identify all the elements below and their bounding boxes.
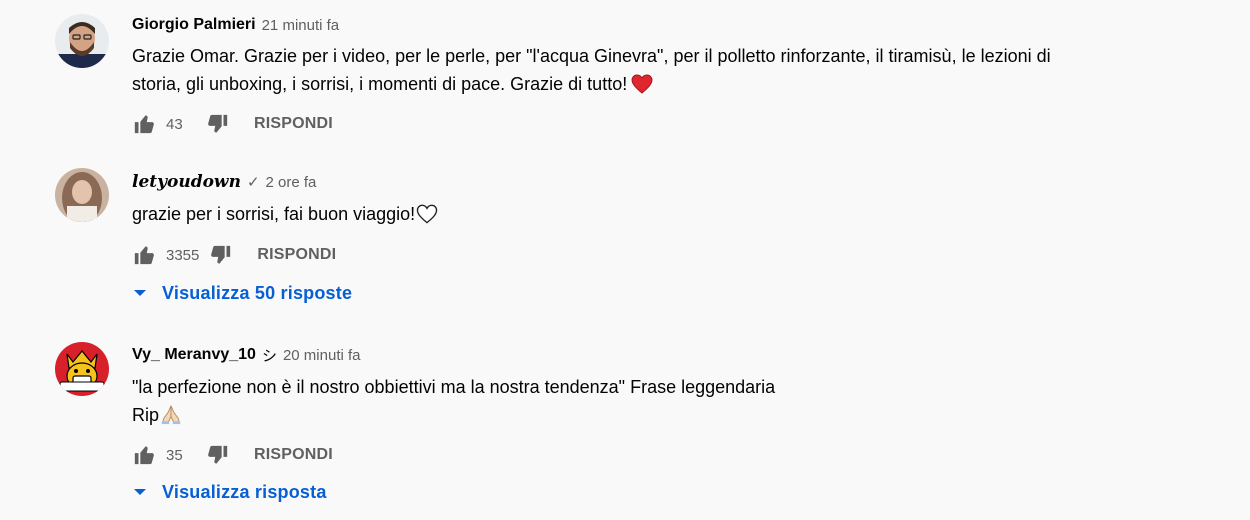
comment-text: Grazie Omar. Grazie per i video, per le … [132, 42, 1152, 102]
like-count: 35 [166, 446, 183, 464]
dislike-button-thumbs-down-icon[interactable] [209, 243, 233, 267]
comment-header: Vy_ Meranvy_10 シ 20 minuti fa [132, 345, 361, 365]
reply-button[interactable]: RISPONDI [257, 246, 336, 264]
comment-text-fragment: grazie per i sorrisi, fai buon viaggio! [132, 204, 416, 224]
like-count: 3355 [166, 246, 200, 264]
dislike-button-thumbs-down-icon[interactable] [206, 443, 230, 467]
comment-text-line: grazie per i sorrisi, fai buon viaggio! [132, 200, 1152, 232]
comment-text: grazie per i sorrisi, fai buon viaggio! [132, 200, 1152, 232]
folded-hands-emoji-icon [160, 403, 182, 433]
caret-down-icon [132, 285, 148, 301]
verified-check-icon: ✓ [246, 174, 260, 191]
view-replies-label: Visualizza 50 risposte [162, 282, 353, 303]
comments-thread: Giorgio Palmieri 21 minuti fa Grazie Oma… [0, 0, 1250, 520]
comment-text-line: Grazie Omar. Grazie per i video, per le … [132, 46, 1051, 66]
comment-author[interactable]: Vy_ Meranvy_10 [132, 346, 256, 364]
like-button-thumbs-up-icon[interactable] [132, 112, 156, 136]
dislike-button-thumbs-down-icon[interactable] [206, 112, 230, 136]
comment-author[interactable]: letyoudown [132, 172, 241, 192]
comment-author[interactable]: Giorgio Palmieri [132, 16, 256, 34]
comment-text-fragment: storia, gli unboxing, i sorrisi, i momen… [132, 74, 628, 94]
comment-header: Giorgio Palmieri 21 minuti fa [132, 15, 339, 35]
like-button-thumbs-up-icon[interactable] [132, 243, 156, 267]
comment-actions: 35 RISPONDI [132, 443, 333, 467]
comment-timestamp[interactable]: 2 ore fa [266, 174, 317, 191]
comment-header: letyoudown ✓ 2 ore fa [132, 172, 316, 192]
avatar[interactable] [55, 342, 109, 396]
avatar[interactable] [55, 14, 109, 68]
like-count: 43 [166, 115, 183, 133]
comment-timestamp[interactable]: 20 minuti fa [283, 347, 361, 364]
view-replies-label: Visualizza risposta [162, 481, 327, 502]
comment-text-line: "la perfezione non è il nostro obbiettiv… [132, 377, 776, 397]
red-heart-emoji-icon [631, 74, 653, 102]
comment-timestamp[interactable]: 21 minuti fa [262, 17, 340, 34]
comment-actions: 3355 RISPONDI [132, 243, 336, 267]
comment-text-fragment: Rip [132, 405, 160, 425]
reply-button[interactable]: RISPONDI [254, 115, 333, 133]
view-replies-button[interactable]: Visualizza risposta [132, 480, 327, 504]
avatar[interactable] [55, 168, 109, 222]
comment-text-line: Rip [132, 401, 1152, 433]
like-button-thumbs-up-icon[interactable] [132, 443, 156, 467]
white-heart-emoji-icon [416, 204, 438, 232]
caret-down-icon [132, 484, 148, 500]
comment-actions: 43 RISPONDI [132, 112, 333, 136]
comment-author-mark: シ [261, 347, 277, 365]
comment-text-line: storia, gli unboxing, i sorrisi, i momen… [132, 70, 1152, 102]
view-replies-button[interactable]: Visualizza 50 risposte [132, 281, 352, 305]
comment-text: "la perfezione non è il nostro obbiettiv… [132, 373, 1152, 433]
reply-button[interactable]: RISPONDI [254, 446, 333, 464]
